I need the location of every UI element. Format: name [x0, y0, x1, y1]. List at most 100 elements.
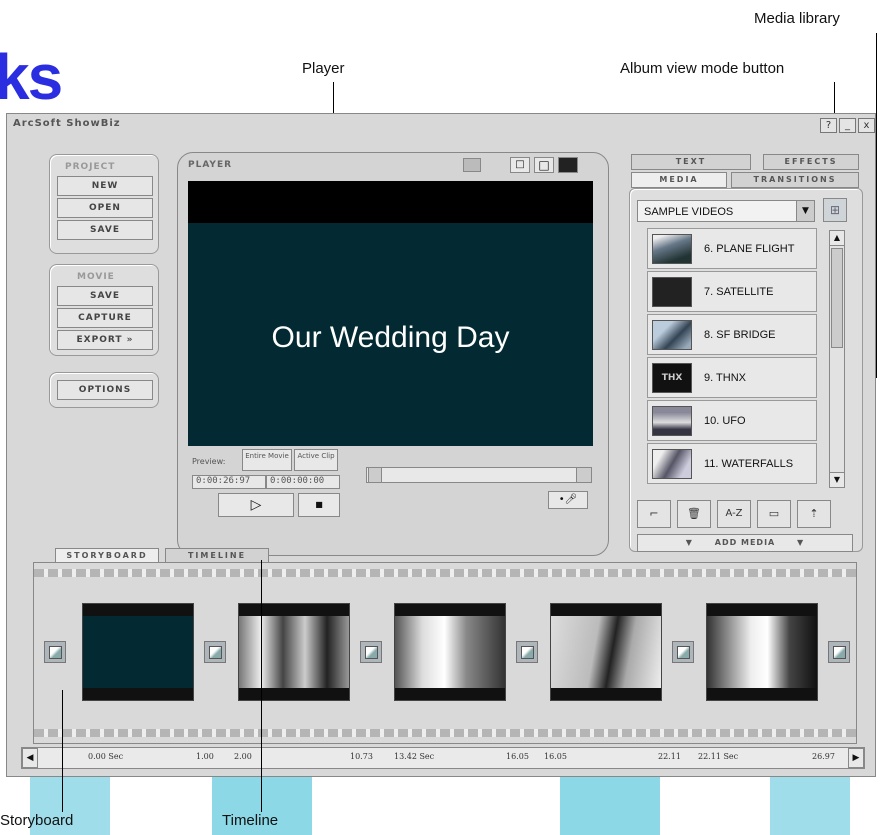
project-heading: Project: [65, 162, 116, 172]
list-item[interactable]: 11. WATERFALLS: [647, 443, 817, 484]
import-icon[interactable]: ⌐: [637, 500, 671, 528]
snapshot-icon[interactable]: [463, 158, 481, 172]
transition-icon: [209, 646, 222, 659]
video-screen: Our Wedding Day: [188, 181, 593, 446]
close-button[interactable]: x: [858, 118, 875, 133]
scanner-icon[interactable]: ▭: [757, 500, 791, 528]
storyboard-clip[interactable]: [706, 603, 818, 701]
upload-icon[interactable]: ⇡: [797, 500, 831, 528]
timeline-scroll-right[interactable]: ▶: [848, 748, 864, 768]
storyboard-clip[interactable]: [394, 603, 506, 701]
transition-slot[interactable]: [516, 641, 538, 663]
minimize-button[interactable]: _: [839, 118, 856, 133]
window-title: ArcSoft ShowBiz: [13, 118, 121, 129]
scroll-up-arrow[interactable]: ▲: [829, 230, 845, 246]
time-readout-current: 0:00:00:00: [266, 475, 340, 489]
time-readout-total: 0:00:26:97: [192, 475, 266, 489]
media-folder-select[interactable]: SAMPLE VIDEOS ▼: [637, 200, 815, 222]
clip-label: 8. SF BRIDGE: [704, 329, 776, 341]
callout-player: Player: [302, 60, 345, 77]
scroll-thumb[interactable]: [831, 248, 843, 348]
tab-effects[interactable]: Effects: [763, 154, 859, 170]
clip-label: 11. WATERFALLS: [704, 458, 794, 470]
open-project-button[interactable]: Open: [57, 198, 153, 218]
callout-line: [261, 560, 262, 812]
transition-slot[interactable]: [44, 641, 66, 663]
timeline-tick: 2.00: [234, 752, 252, 761]
callout-line: [876, 33, 877, 378]
timeline-tick: 16.05: [544, 752, 567, 761]
play-button[interactable]: ▷: [218, 493, 294, 517]
clip-thumbnail: [652, 234, 692, 264]
tab-media[interactable]: Media: [631, 172, 727, 188]
timeline-tick: 22.11 Sec: [698, 752, 739, 761]
transition-icon: [677, 646, 690, 659]
transition-slot[interactable]: [204, 641, 226, 663]
clip-thumbnail: [652, 449, 692, 479]
options-button[interactable]: Options: [57, 380, 153, 400]
entire-movie-toggle[interactable]: Entire Movie: [242, 449, 292, 471]
normal-view-icon[interactable]: □: [534, 157, 554, 173]
clip-image: [395, 616, 505, 688]
list-item[interactable]: 7. SATELLITE: [647, 271, 817, 312]
callout-album-view-mode: Album view mode button: [620, 60, 785, 77]
timeline-tick: 1.00: [196, 752, 214, 761]
scrub-handle[interactable]: [368, 467, 382, 483]
list-item[interactable]: 8. SF BRIDGE: [647, 314, 817, 355]
trash-icon[interactable]: 🗑︎: [677, 500, 711, 528]
tab-text[interactable]: Text: [631, 154, 751, 170]
film-perforation-top: [34, 569, 856, 577]
timeline-scroll-left[interactable]: ◀: [22, 748, 38, 768]
media-folder-value: SAMPLE VIDEOS: [644, 206, 734, 218]
scrub-slider[interactable]: [366, 467, 592, 483]
narration-mic-button[interactable]: •🎤︎: [548, 491, 588, 509]
active-clip-toggle[interactable]: Active Clip: [294, 449, 338, 471]
export-button[interactable]: Export »: [57, 330, 153, 350]
storyboard-clip[interactable]: [82, 603, 194, 701]
transition-slot[interactable]: [672, 641, 694, 663]
transition-slot[interactable]: [360, 641, 382, 663]
film-perforation-bottom: [34, 729, 856, 737]
capture-button[interactable]: Capture: [57, 308, 153, 328]
clip-image: [707, 616, 817, 688]
callout-storyboard: Storyboard: [0, 812, 74, 829]
thumbnail-text: THX: [661, 373, 683, 383]
clip-image: [83, 616, 193, 688]
storyboard-clip[interactable]: [550, 603, 662, 701]
fullscreen-view-icon[interactable]: [558, 157, 578, 173]
timeline-tick: 0.00 Sec: [88, 752, 124, 761]
volume-up-icon[interactable]: [576, 467, 592, 483]
timeline-tick: 13.42 Sec: [394, 752, 435, 761]
sort-az-button[interactable]: A-Z: [717, 500, 751, 528]
chevron-down-icon: ▼: [685, 538, 693, 547]
transition-slot[interactable]: [828, 641, 850, 663]
clip-thumbnail: THX: [652, 363, 692, 393]
player-label: Player: [188, 160, 233, 170]
media-list: 6. PLANE FLIGHT 7. SATELLITE 8. SF BRIDG…: [637, 228, 827, 490]
small-view-icon[interactable]: □: [510, 157, 530, 173]
timeline-tick: 26.97: [812, 752, 835, 761]
timeline-tick: 16.05: [506, 752, 529, 761]
timeline-tick: 10.73: [350, 752, 373, 761]
tab-transitions[interactable]: Transitions: [731, 172, 859, 188]
clip-label: 9. THNX: [704, 372, 746, 384]
transition-icon: [49, 646, 62, 659]
transition-icon: [365, 646, 378, 659]
list-item[interactable]: THX 9. THNX: [647, 357, 817, 398]
storyboard-clip[interactable]: [238, 603, 350, 701]
help-button[interactable]: ?: [820, 118, 837, 133]
add-media-button[interactable]: ▼ Add Media ▼: [637, 534, 853, 552]
album-view-mode-button[interactable]: ⊞: [823, 198, 847, 222]
list-item[interactable]: 10. UFO: [647, 400, 817, 441]
player-panel: Player □ □ Our Wedding Day Preview: Enti…: [177, 152, 609, 556]
scroll-down-arrow[interactable]: ▼: [829, 472, 845, 488]
save-project-button[interactable]: Save: [57, 220, 153, 240]
clip-label: 6. PLANE FLIGHT: [704, 243, 795, 255]
new-project-button[interactable]: New: [57, 176, 153, 196]
chevron-down-icon: ▼: [796, 201, 814, 221]
stop-button[interactable]: ■: [298, 493, 340, 517]
list-item[interactable]: 6. PLANE FLIGHT: [647, 228, 817, 269]
save-movie-button[interactable]: Save: [57, 286, 153, 306]
timeline-ruler[interactable]: ◀ 0.00 Sec 1.00 2.00 10.73 13.42 Sec 16.…: [21, 747, 865, 769]
clip-thumbnail: [652, 406, 692, 436]
